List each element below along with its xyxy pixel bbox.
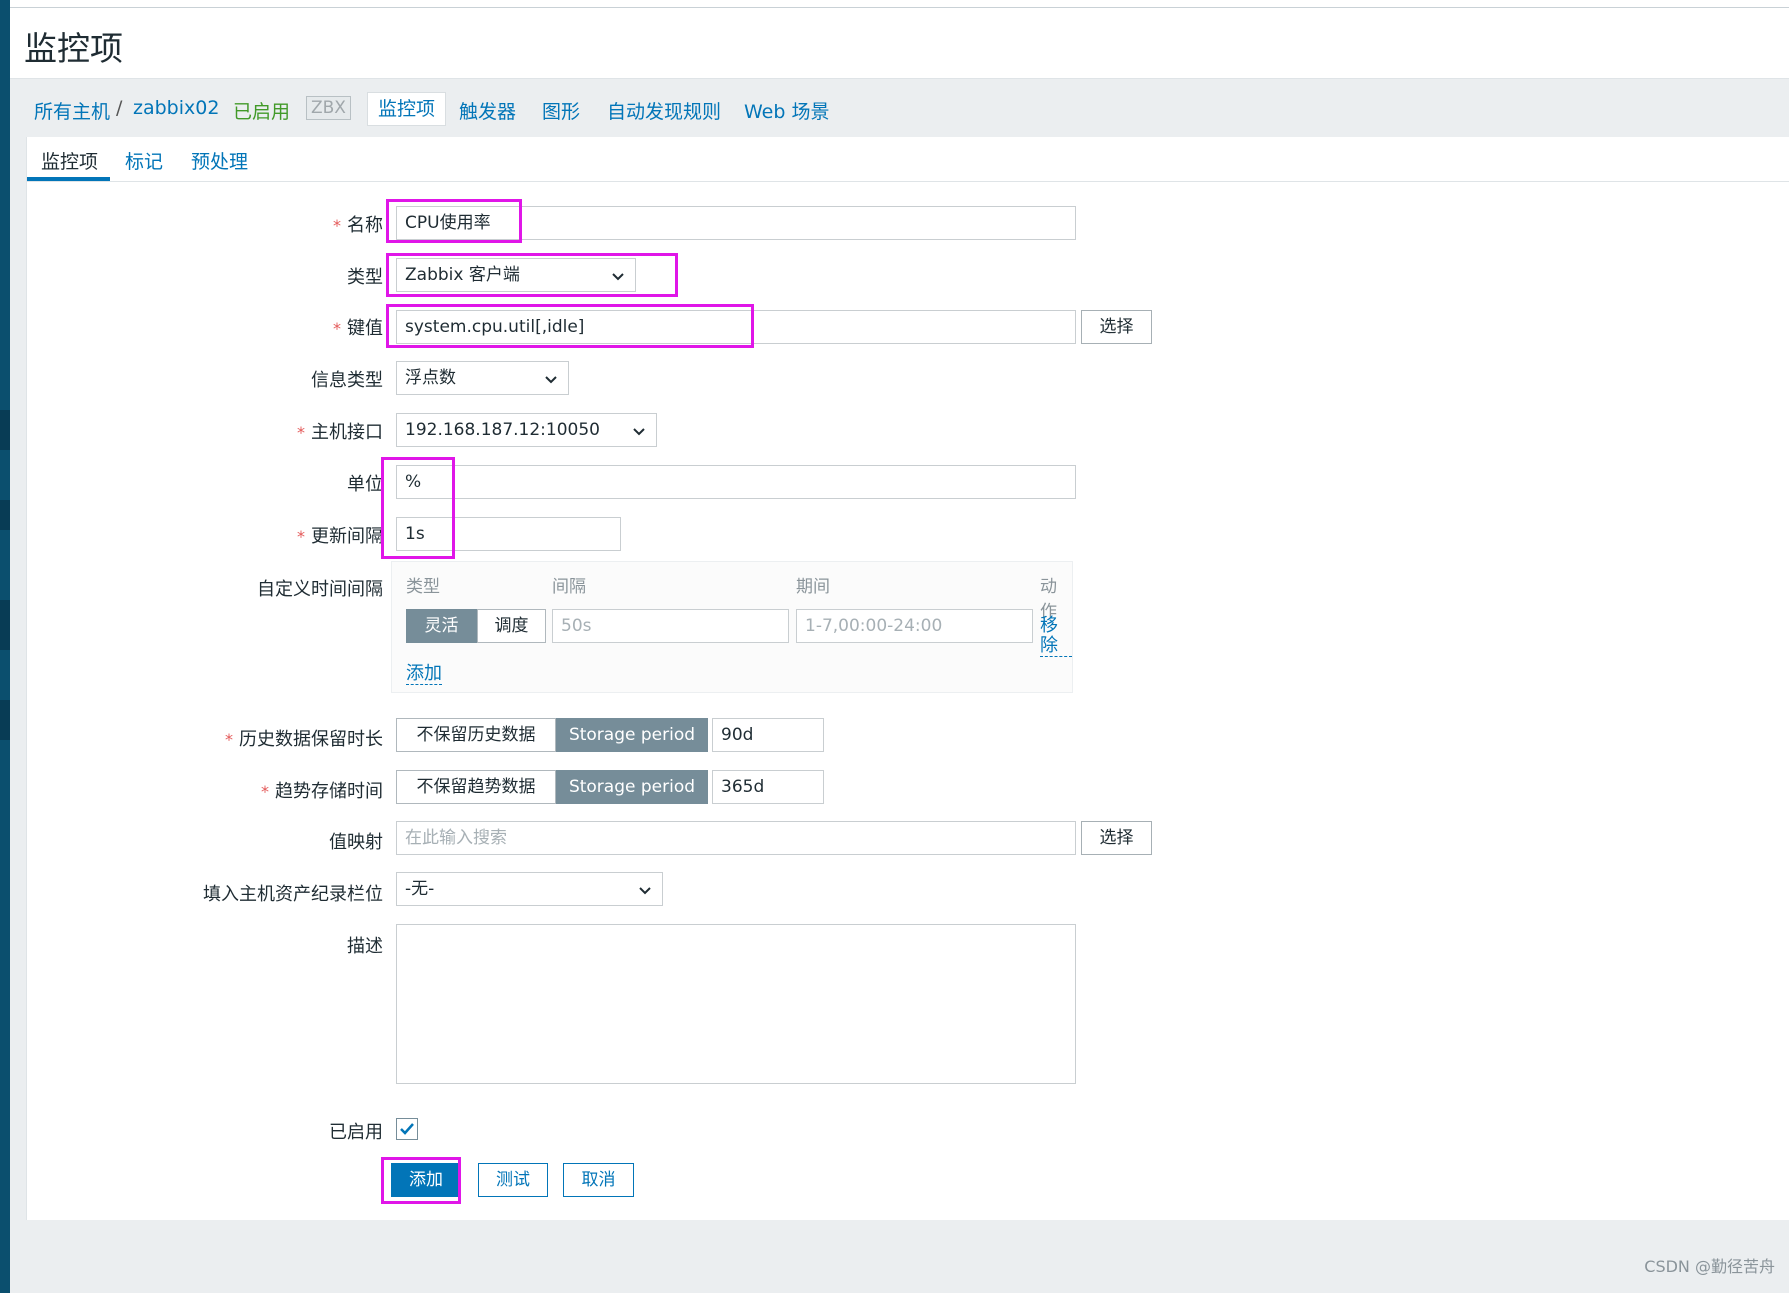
- checkmark-icon: [400, 1123, 414, 1135]
- inventory-select[interactable]: -无-: [396, 872, 663, 906]
- info-type-select-value: 浮点数: [405, 368, 456, 388]
- update-interval-input[interactable]: 1s: [396, 517, 621, 551]
- interval-type-flexible[interactable]: 灵活: [406, 609, 477, 643]
- tab-item[interactable]: 监控项: [41, 147, 98, 174]
- top-border: [10, 0, 1789, 8]
- interval-type-scheduling[interactable]: 调度: [477, 609, 546, 643]
- enabled-checkbox[interactable]: [396, 1118, 418, 1140]
- nav-graphs[interactable]: 图形: [542, 97, 580, 124]
- type-select[interactable]: Zabbix 客户端: [396, 258, 636, 292]
- inventory-label: 填入主机资产纪录栏位: [203, 884, 383, 905]
- breadcrumb: 所有主机 / zabbix02 已启用 ZBX 监控项 触发器 图形 自动发现规…: [10, 79, 1789, 137]
- key-label: * 键值: [333, 318, 383, 339]
- host-interface-select-value: 192.168.187.12:10050: [405, 420, 600, 440]
- custom-intervals-table: 类型 间隔 期间 动作 灵活 调度 50s 1-7,00:00-24:00 移除…: [391, 561, 1073, 693]
- page-title: 监控项: [24, 29, 123, 68]
- host-interface-select[interactable]: 192.168.187.12:10050: [396, 413, 657, 447]
- type-select-value: Zabbix 客户端: [405, 265, 520, 285]
- tab-tags[interactable]: 标记: [125, 147, 163, 174]
- trends-period-input[interactable]: 365d: [712, 770, 824, 804]
- test-button[interactable]: 测试: [478, 1163, 548, 1197]
- info-type-select[interactable]: 浮点数: [396, 361, 569, 395]
- history-storage-period[interactable]: Storage period: [556, 718, 708, 752]
- col-period-header: 期间: [796, 577, 830, 597]
- nav-items[interactable]: 监控项: [367, 92, 447, 126]
- host-status-enabled[interactable]: 已启用: [233, 97, 290, 124]
- trends-storage-period[interactable]: Storage period: [556, 770, 708, 804]
- key-input[interactable]: system.cpu.util[,idle]: [396, 310, 1076, 344]
- name-label: * 名称: [333, 215, 383, 236]
- value-map-input[interactable]: 在此输入搜索: [396, 821, 1076, 855]
- form-tabs: 监控项 标记 预处理: [27, 137, 1789, 182]
- custom-intervals-label: 自定义时间间隔: [257, 579, 383, 600]
- nav-web-scenarios[interactable]: Web 场景: [744, 97, 829, 124]
- value-map-select-button[interactable]: 选择: [1081, 821, 1152, 855]
- add-button[interactable]: 添加: [391, 1163, 461, 1197]
- watermark-credit: CSDN @勤径苦舟: [1644, 1257, 1775, 1276]
- units-label: 单位: [347, 474, 383, 495]
- trends-label: * 趋势存储时间: [261, 781, 383, 802]
- page-header: 监控项: [10, 8, 1789, 79]
- chevron-down-icon: [545, 376, 557, 384]
- inventory-select-value: -无-: [405, 879, 435, 899]
- chevron-down-icon: [633, 428, 645, 436]
- description-label: 描述: [347, 936, 383, 957]
- type-label: 类型: [347, 267, 383, 288]
- breadcrumb-all-hosts[interactable]: 所有主机: [34, 97, 110, 124]
- key-select-button[interactable]: 选择: [1081, 310, 1152, 344]
- nav-triggers[interactable]: 触发器: [459, 97, 516, 124]
- tab-preprocessing[interactable]: 预处理: [191, 147, 248, 174]
- enabled-label: 已启用: [329, 1122, 383, 1143]
- history-label: * 历史数据保留时长: [225, 729, 383, 750]
- nav-discovery-rules[interactable]: 自动发现规则: [607, 97, 721, 124]
- chevron-down-icon: [639, 887, 651, 895]
- history-do-not-keep[interactable]: 不保留历史数据: [396, 718, 556, 752]
- custom-interval-input[interactable]: 50s: [552, 609, 789, 643]
- active-tab-indicator: [27, 177, 110, 181]
- host-interface-label: * 主机接口: [297, 422, 383, 443]
- breadcrumb-host[interactable]: zabbix02: [133, 97, 219, 119]
- trends-do-not-keep[interactable]: 不保留趋势数据: [396, 770, 556, 804]
- description-textarea[interactable]: [396, 924, 1076, 1084]
- col-interval-header: 间隔: [552, 577, 586, 597]
- update-interval-label: * 更新间隔: [297, 526, 383, 547]
- add-interval-link[interactable]: 添加: [406, 664, 442, 685]
- cancel-button[interactable]: 取消: [563, 1163, 634, 1197]
- sidebar-strip: [0, 0, 10, 1293]
- breadcrumb-separator: /: [116, 97, 123, 119]
- history-period-input[interactable]: 90d: [712, 718, 824, 752]
- remove-interval-link[interactable]: 移除: [1040, 616, 1072, 657]
- zbx-availability-badge: ZBX: [306, 96, 351, 120]
- custom-period-input[interactable]: 1-7,00:00-24:00: [796, 609, 1033, 643]
- chevron-down-icon: [612, 273, 624, 281]
- info-type-label: 信息类型: [311, 370, 383, 391]
- name-input[interactable]: CPU使用率: [396, 206, 1076, 240]
- col-type-header: 类型: [406, 577, 440, 597]
- value-map-label: 值映射: [329, 832, 383, 853]
- units-input[interactable]: %: [396, 465, 1076, 499]
